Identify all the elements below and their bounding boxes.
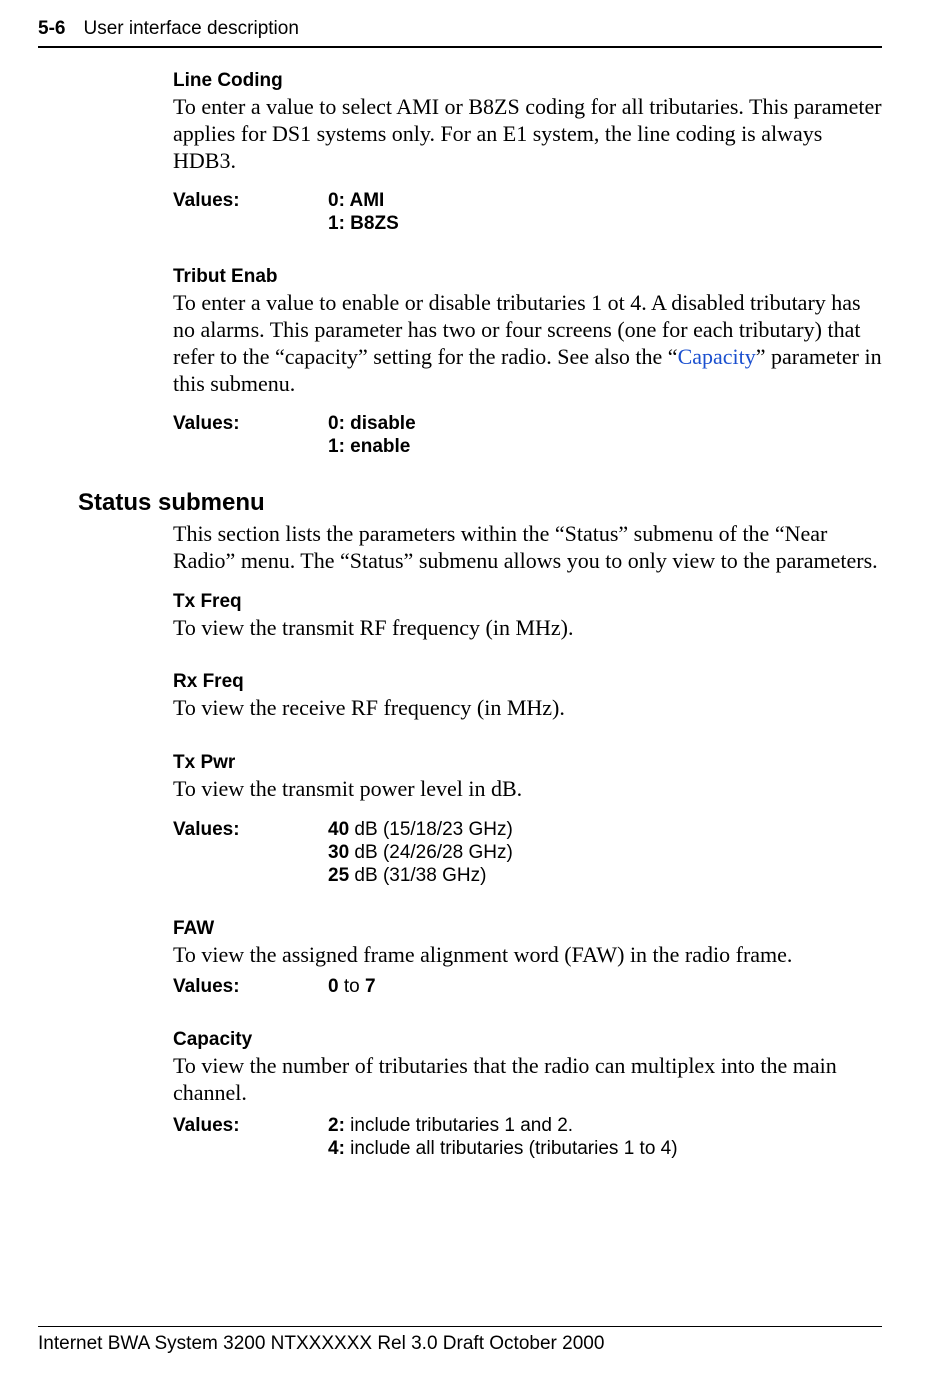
values-label: Values: xyxy=(173,190,328,236)
page-footer: Internet BWA System 3200 NTXXXXXX Rel 3.… xyxy=(38,1326,882,1355)
values-tx-pwr: Values: 40 dB (15/18/23 GHz) 30 dB (24/2… xyxy=(173,819,882,887)
value-item: 2: xyxy=(328,1115,345,1136)
value-item: 40 xyxy=(328,819,349,840)
text-capacity: To view the number of tributaries that t… xyxy=(173,1053,882,1107)
page-header: 5-6 User interface description xyxy=(38,18,882,48)
value-mid: to xyxy=(339,976,365,997)
text-tx-pwr: To view the transmit power level in dB. xyxy=(173,776,882,803)
value-item: 4: xyxy=(328,1138,345,1159)
values-list: 40 dB (15/18/23 GHz) 30 dB (24/26/28 GHz… xyxy=(328,819,882,887)
values-list: 0 to 7 xyxy=(328,976,882,999)
heading-faw: FAW xyxy=(173,918,882,940)
values-label: Values: xyxy=(173,976,328,999)
value-item: 25 xyxy=(328,865,349,886)
heading-line-coding: Line Coding xyxy=(173,70,882,92)
values-label: Values: xyxy=(173,819,328,887)
values-capacity: Values: 2: include tributaries 1 and 2. … xyxy=(173,1115,882,1161)
page: 5-6 User interface description Line Codi… xyxy=(0,0,950,1385)
text-rx-freq: To view the receive RF frequency (in MHz… xyxy=(173,695,882,722)
text-status-submenu: This section lists the parameters within… xyxy=(173,521,882,575)
heading-status-submenu: Status submenu xyxy=(78,489,882,517)
value-item: 1: B8ZS xyxy=(328,213,399,234)
values-label: Values: xyxy=(173,413,328,459)
value-item-rest: include tributaries 1 and 2. xyxy=(345,1115,573,1136)
values-list: 0: disable 1: enable xyxy=(328,413,882,459)
values-faw: Values: 0 to 7 xyxy=(173,976,882,999)
heading-capacity: Capacity xyxy=(173,1029,882,1051)
value-item: 1: enable xyxy=(328,436,410,457)
value-suffix: 7 xyxy=(365,976,376,997)
value-prefix: 0 xyxy=(328,976,339,997)
heading-tribut-enab: Tribut Enab xyxy=(173,266,882,288)
footer-text: Internet BWA System 3200 NTXXXXXX Rel 3.… xyxy=(38,1333,604,1354)
page-number: 5-6 xyxy=(38,18,65,40)
heading-tx-freq: Tx Freq xyxy=(173,591,882,613)
values-line-coding: Values: 0: AMI 1: B8ZS xyxy=(173,190,882,236)
text-line-coding: To enter a value to select AMI or B8ZS c… xyxy=(173,94,882,174)
heading-rx-freq: Rx Freq xyxy=(173,671,882,693)
heading-tx-pwr: Tx Pwr xyxy=(173,752,882,774)
value-item-rest: dB (31/38 GHz) xyxy=(349,865,486,886)
body-column: Line Coding To enter a value to select A… xyxy=(173,70,882,1160)
text-faw: To view the assigned frame alignment wor… xyxy=(173,942,882,969)
values-tribut-enab: Values: 0: disable 1: enable xyxy=(173,413,882,459)
value-item: 0: AMI xyxy=(328,190,384,211)
text-tribut-enab: To enter a value to enable or disable tr… xyxy=(173,290,882,397)
values-list: 2: include tributaries 1 and 2. 4: inclu… xyxy=(328,1115,882,1161)
values-list: 0: AMI 1: B8ZS xyxy=(328,190,882,236)
value-item: 0: disable xyxy=(328,413,416,434)
value-item: 30 xyxy=(328,842,349,863)
value-item-rest: include all tributaries (tributaries 1 t… xyxy=(345,1138,678,1159)
value-item-rest: dB (24/26/28 GHz) xyxy=(349,842,513,863)
capacity-link[interactable]: Capacity xyxy=(678,344,756,369)
header-title: User interface description xyxy=(83,18,298,40)
text-tx-freq: To view the transmit RF frequency (in MH… xyxy=(173,615,882,642)
value-item-rest: dB (15/18/23 GHz) xyxy=(349,819,513,840)
values-label: Values: xyxy=(173,1115,328,1161)
